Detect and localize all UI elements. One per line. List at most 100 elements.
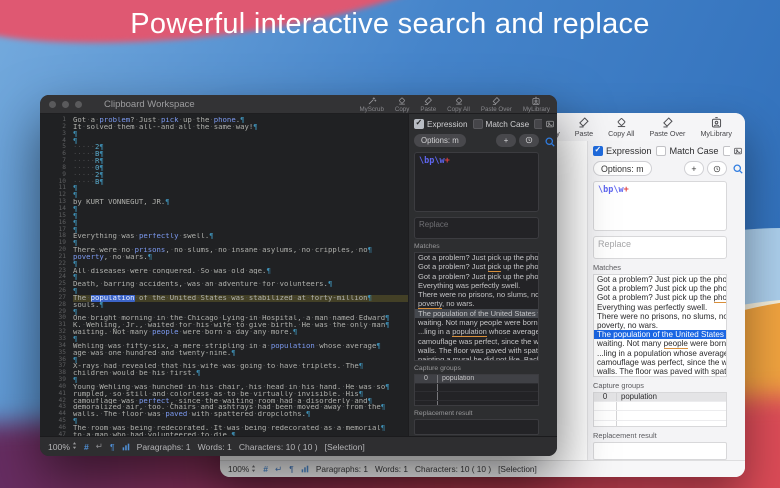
toolbar-item-paste-over[interactable]: Paste Over — [481, 96, 512, 113]
pattern-input[interactable]: \bp\w+ — [414, 152, 539, 212]
expression-label: Expression — [427, 120, 468, 129]
match-row[interactable]: Everything was perfectly swell. — [415, 281, 538, 290]
match-row[interactable]: Got a problem? Just pick up the phone. — [415, 262, 538, 271]
match-row[interactable]: painting a mural he did not like. Back i… — [594, 376, 726, 377]
match-row[interactable]: poverty, no wars. — [594, 321, 726, 330]
zoom-level[interactable]: 100% — [228, 464, 249, 474]
minimize-button[interactable] — [62, 101, 69, 108]
live-checkbox[interactable]: Live — [723, 146, 730, 156]
line-number: 27 — [40, 295, 73, 302]
match-row[interactable]: Got a problem? Just pick up the phone. — [594, 275, 726, 284]
toolbar-item-label: Paste — [575, 129, 593, 138]
replace-input[interactable]: Replace — [593, 236, 727, 259]
match-row[interactable]: camouflage was perfect, since the waitin… — [415, 337, 538, 346]
pilcrow-mark: ¶ — [99, 179, 103, 186]
match-row[interactable]: There were no prisons, no slums, no insa… — [594, 312, 726, 321]
match-row[interactable]: waiting. Not many people were born a day — [415, 318, 538, 327]
pilcrow-mark: ¶ — [368, 295, 372, 302]
toolbar-item-copy-all[interactable]: Copy All — [447, 96, 470, 113]
toolbar-item-copy-all[interactable]: Copy All — [608, 116, 634, 138]
search-icon[interactable] — [544, 136, 556, 148]
line-number: 13 — [40, 199, 73, 206]
toolbar-item-myscrub[interactable]: MyScrub — [359, 96, 383, 113]
pilcrow-mark: ¶ — [73, 227, 77, 234]
maximize-button[interactable] — [75, 101, 82, 108]
match-row[interactable]: painting a mural he did not like. Back i… — [415, 355, 538, 361]
line-text: ¶ — [73, 274, 408, 281]
options-button[interactable]: Options: m — [414, 134, 466, 147]
expression-checkbox[interactable]: Expression — [414, 119, 468, 129]
search-icon[interactable] — [732, 163, 744, 175]
match-row[interactable]: Got a problem? Just pick up the phone. — [415, 272, 538, 281]
replace-input[interactable]: Replace — [414, 217, 539, 239]
hash-icon[interactable]: # — [263, 464, 268, 474]
status-bar: 100% # ↵ ¶ Paragraphs: 1 Words: 1 Charac… — [40, 436, 557, 456]
match-row[interactable]: There were no prisons, no slums, no insa… — [415, 290, 538, 299]
history-button[interactable] — [707, 161, 727, 176]
pilcrow-mark: ¶ — [99, 302, 103, 309]
line-number: 44 — [40, 411, 73, 418]
match-case-checkbox[interactable]: Match Case — [473, 119, 530, 129]
toolbar-item-paste-over[interactable]: Paste Over — [649, 116, 685, 138]
match-row[interactable]: Got a problem? Just pick up the phone. — [594, 284, 726, 293]
editor-line: 12¶ — [40, 192, 408, 199]
match-row-selected[interactable]: The population of the United States was … — [594, 330, 726, 339]
zoom-stepper-icon[interactable] — [72, 441, 77, 452]
media-browser-icon[interactable] — [733, 146, 743, 156]
match-row[interactable]: walls. The floor was paved with spattere… — [415, 346, 538, 355]
match-row[interactable]: Everything was perfectly swell. — [594, 303, 726, 312]
editor[interactable]: 1Got·a·problem?·Just·pick·up·the·phone.¶… — [40, 114, 408, 437]
toolbar-item-copy[interactable]: Copy — [395, 96, 409, 113]
add-expression-button[interactable]: + — [496, 134, 516, 147]
pilcrow-icon[interactable]: ¶ — [110, 442, 115, 452]
line-number: 33 — [40, 336, 73, 343]
toolbar-item-paste[interactable]: Paste — [575, 116, 593, 138]
capture-group-row[interactable]: 0population — [594, 393, 726, 402]
hash-icon[interactable]: # — [84, 442, 89, 452]
zoom-stepper-icon[interactable] — [251, 464, 256, 475]
options-button[interactable]: Options: m — [593, 161, 652, 176]
match-row[interactable]: ...ling in a population whose average — [594, 349, 726, 358]
editor-line: 22¶ — [40, 261, 408, 268]
toolbar-item-mylibrary[interactable]: MyLibrary — [700, 116, 732, 138]
toolbar-item-mylibrary[interactable]: MyLibrary — [523, 96, 550, 113]
match-row[interactable]: Got a problem? Just pick up the phone. — [415, 253, 538, 262]
pilcrow-mark: ¶ — [293, 329, 297, 336]
editor-line: 5·····2¶ — [40, 144, 408, 151]
match-row[interactable]: poverty, no wars. — [415, 299, 538, 308]
matches-list[interactable]: Got a problem? Just pick up the phone.Go… — [414, 252, 539, 361]
pattern-input[interactable]: \bp\w+ — [593, 181, 727, 231]
matches-list[interactable]: Got a problem? Just pick up the phone.Go… — [593, 274, 727, 377]
close-button[interactable] — [49, 101, 56, 108]
line-text: ¶ — [73, 309, 408, 316]
match-row-selected[interactable]: The population of the United States was … — [415, 309, 538, 318]
line-number: 11 — [40, 185, 73, 192]
match-row[interactable]: waiting. Not many people were born a day — [594, 339, 726, 348]
history-button[interactable] — [519, 134, 539, 147]
match-row[interactable]: Got a problem? Just pick up the phone. — [594, 293, 726, 302]
stats-icon[interactable] — [301, 465, 309, 473]
editor-line: 39¶ — [40, 377, 408, 384]
match-row[interactable]: ...ling in a population whose average — [415, 327, 538, 336]
live-checkbox[interactable]: Live — [534, 119, 542, 129]
return-icon[interactable]: ↵ — [275, 464, 282, 475]
capture-group-empty-row — [594, 411, 726, 420]
stats-icon[interactable] — [122, 443, 130, 451]
capture-group-row[interactable]: 0population — [415, 375, 538, 384]
zoom-level[interactable]: 100% — [48, 442, 70, 452]
checkbox-checked-icon — [593, 146, 603, 156]
match-row[interactable]: walls. The floor was paved with spattere… — [594, 367, 726, 376]
line-number: 17 — [40, 227, 73, 234]
editor-line: 18Everything·was·perfectly·swell.¶ — [40, 233, 408, 240]
line-text: ¶ — [73, 213, 408, 220]
return-icon[interactable]: ↵ — [96, 441, 103, 452]
pilcrow-mark: ¶ — [99, 172, 103, 179]
toolbar-item-paste[interactable]: Paste — [420, 96, 436, 113]
expression-checkbox[interactable]: Expression — [593, 146, 651, 156]
media-browser-icon[interactable] — [545, 119, 555, 129]
match-case-checkbox[interactable]: Match Case — [656, 146, 718, 156]
match-row[interactable]: camouflage was perfect, since the waitin… — [594, 358, 726, 367]
pilcrow-icon[interactable]: ¶ — [289, 464, 294, 474]
editor-line: 7·····R¶ — [40, 158, 408, 165]
add-expression-button[interactable]: + — [684, 161, 704, 176]
